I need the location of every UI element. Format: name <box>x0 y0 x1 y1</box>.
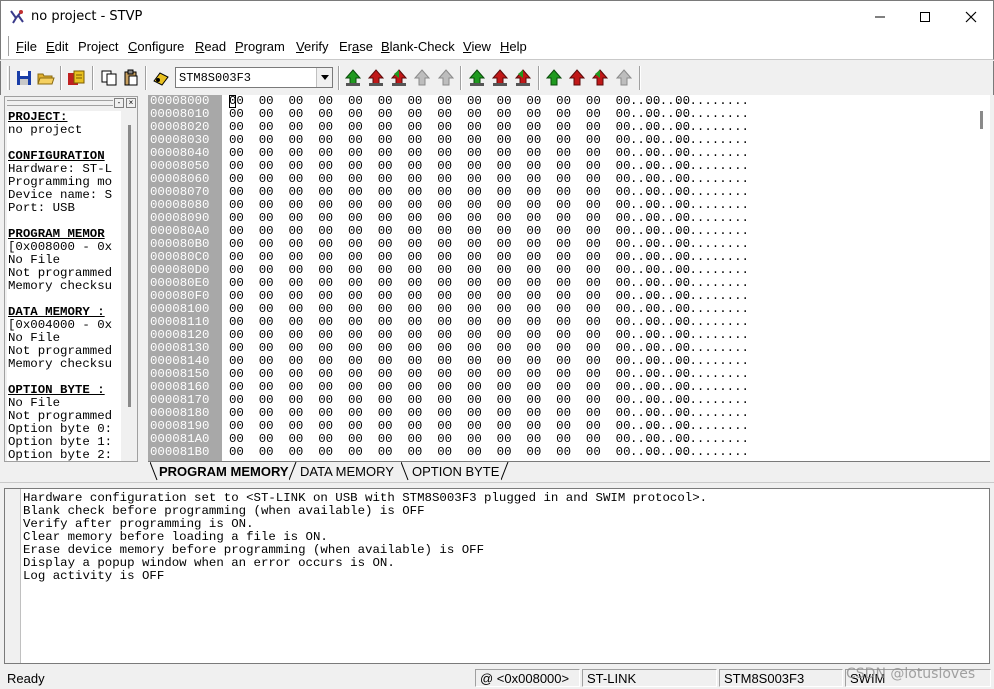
menu-verify[interactable]: Verify <box>296 39 329 54</box>
title-bar: no project - STVP <box>0 0 994 32</box>
program-current-icon[interactable] <box>491 69 509 87</box>
verify-all-icon[interactable] <box>390 69 408 87</box>
menu-edit[interactable]: Edit <box>46 39 68 54</box>
menu-grip[interactable] <box>6 36 9 56</box>
menu-label: Project <box>78 39 119 54</box>
program-all-icon[interactable] <box>367 69 385 87</box>
log-line: Log activity is OFF <box>23 569 165 583</box>
menu-label: Configure <box>128 39 185 54</box>
log-text: Hardware configuration set to <ST-LINK o… <box>23 492 707 583</box>
info-panel: - × PROJECT: no project CONFIGURATION Hardw… <box>4 96 138 462</box>
info-panel-header[interactable]: - × <box>5 97 137 110</box>
memory-tabs: PROGRAM MEMORY DATA MEMORY OPTION BYTE <box>148 461 990 482</box>
minimize-button[interactable] <box>857 1 903 32</box>
menu-erase[interactable]: Erase <box>339 39 373 54</box>
menu-help[interactable]: Help <box>500 39 527 54</box>
open-icon[interactable] <box>37 69 55 87</box>
blank-check-tab-icon[interactable] <box>615 69 633 87</box>
hex-address: 000081B0 <box>150 445 210 459</box>
info-panel-scrollbar[interactable] <box>122 111 137 461</box>
status-ready: Ready <box>7 671 45 686</box>
erase-all-icon[interactable] <box>413 69 431 87</box>
menu-configure[interactable]: Configure <box>128 39 184 54</box>
status-hardware: ST-LINK <box>582 669 717 687</box>
menu-label: File <box>16 39 37 54</box>
hex-view[interactable]: 00008000 00 00 00 00 00 00 00 00 00 00 00… <box>148 95 990 461</box>
paste-icon[interactable] <box>122 69 140 87</box>
device-icon[interactable] <box>152 69 170 87</box>
info-line: Option byte 2: <box>8 448 113 462</box>
chevron-down-icon[interactable] <box>316 68 332 87</box>
blank-check-all-icon[interactable] <box>437 69 455 87</box>
maximize-button[interactable] <box>902 1 948 32</box>
panel-close-icon[interactable]: × <box>126 98 136 108</box>
tab-option-byte[interactable]: OPTION BYTE <box>412 463 499 481</box>
read-tab-icon[interactable] <box>545 69 563 87</box>
menu-bar: File Edit Project Configure Read Program… <box>0 32 994 60</box>
toolbar-grip[interactable] <box>7 66 10 90</box>
tab-data-memory[interactable]: DATA MEMORY <box>300 463 394 481</box>
menu-blank-check[interactable]: Blank-Check <box>381 39 455 54</box>
program-tab-icon[interactable] <box>568 69 586 87</box>
menu-file[interactable]: File <box>16 39 37 54</box>
status-address: @ <0x008000> <box>475 669 580 687</box>
menu-label: Blank-Check <box>381 39 455 54</box>
menu-label: Edit <box>46 39 69 54</box>
watermark: CSDN @lotusloves <box>846 666 976 682</box>
read-all-icon[interactable] <box>344 69 362 87</box>
menu-read[interactable]: Read <box>195 39 226 54</box>
menu-label: Program <box>235 39 285 54</box>
menu-program[interactable]: Program <box>235 39 285 54</box>
verify-current-icon[interactable] <box>514 69 532 87</box>
info-line: Memory checksu <box>8 279 113 293</box>
read-current-icon[interactable] <box>468 69 486 87</box>
maximize-icon <box>920 11 930 22</box>
close-icon <box>965 11 977 22</box>
verify-tab-icon[interactable] <box>591 69 609 87</box>
save-icon[interactable] <box>15 69 33 87</box>
info-line: Port: USB <box>8 201 75 215</box>
menu-label: View <box>463 39 491 54</box>
status-bar: Ready @ <0x008000> ST-LINK STM8S003F3 SW… <box>0 667 994 689</box>
hex-bytes[interactable]: 00 00 00 00 00 00 00 00 00 00 00 00 00 0… <box>229 446 690 459</box>
hex-ascii: ................ <box>630 445 749 459</box>
device-select[interactable]: STM8S003F3 <box>175 67 333 88</box>
toolbar: STM8S003F3 <box>0 61 994 95</box>
menu-project[interactable]: Project <box>78 39 118 54</box>
copy-icon[interactable] <box>100 69 118 87</box>
device-select-value: STM8S003F3 <box>179 71 252 85</box>
menu-label: Erase <box>339 39 373 54</box>
menu-label: Verify <box>296 39 329 54</box>
stvp-logo-icon <box>10 10 24 24</box>
menu-label: Read <box>195 39 227 54</box>
tab-program-memory[interactable]: PROGRAM MEMORY <box>159 463 289 481</box>
status-device: STM8S003F3 <box>719 669 843 687</box>
menu-view[interactable]: View <box>463 39 491 54</box>
log-panel[interactable]: Hardware configuration set to <ST-LINK o… <box>4 488 990 664</box>
info-line: Memory checksu <box>8 357 113 371</box>
info-line: no project <box>8 123 83 137</box>
panel-restore-icon[interactable]: - <box>114 98 124 108</box>
minimize-icon <box>875 16 885 17</box>
menu-label: Help <box>500 39 527 54</box>
window-title: no project - STVP <box>31 9 143 24</box>
info-panel-content: PROJECT: no project CONFIGURATION Hardware:… <box>7 111 121 461</box>
close-button[interactable] <box>948 1 994 32</box>
program-project-icon[interactable] <box>67 69 85 87</box>
hex-view-scrollbar[interactable] <box>974 95 990 461</box>
